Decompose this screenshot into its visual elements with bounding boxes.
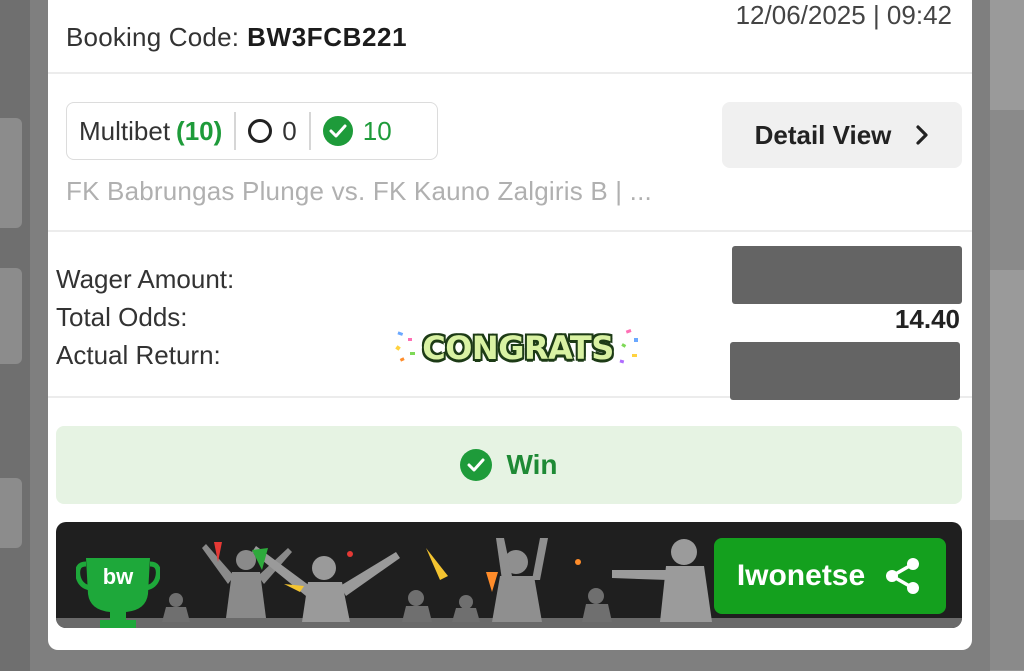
bet-summary: Wager Amount: Total Odds: Actual Return:… xyxy=(48,232,972,400)
background-block xyxy=(990,110,1024,270)
confetti-icon xyxy=(619,329,638,364)
share-button[interactable]: Iwonetse xyxy=(714,538,946,614)
background-tab xyxy=(0,478,22,548)
check-circle-icon xyxy=(322,116,353,146)
total-odds-label: Total Odds: xyxy=(56,302,188,332)
bet-slip-card: Booking Code: BW3FCB221 12/06/2025 | 09:4… xyxy=(48,0,972,650)
congrats-sticker: CONGRATS xyxy=(388,318,648,378)
share-button-label: Iwonetse xyxy=(736,559,866,592)
circle-outline-icon xyxy=(248,119,273,143)
selection-row: Multibet (10) 0 10 Detail View FK Babrun… xyxy=(48,74,972,232)
detail-view-button[interactable]: Detail View xyxy=(722,102,962,168)
background-block xyxy=(990,520,1024,670)
actual-return-redacted xyxy=(730,342,960,400)
bet-count: (10) xyxy=(176,115,223,146)
trophy-logo-icon: bw xyxy=(75,548,161,628)
win-status-bar: Win xyxy=(56,426,962,504)
wager-amount-redacted xyxy=(732,246,962,304)
booking-code-row: Booking Code: BW3FCB221 xyxy=(66,22,407,53)
total-odds-value: 14.40 xyxy=(894,304,960,334)
background-tab xyxy=(0,268,22,364)
actual-return-label: Actual Return: xyxy=(56,340,221,370)
share-banner: bw Iwonetse xyxy=(56,522,962,628)
lost-legs: 0 xyxy=(236,113,308,149)
brand-logo-text: bw xyxy=(102,564,134,589)
detail-view-label: Detail View xyxy=(754,119,892,150)
background-left-edge xyxy=(0,0,30,671)
won-count: 10 xyxy=(362,115,392,146)
congrats-text: CONGRATS xyxy=(422,329,614,367)
check-circle-icon xyxy=(460,449,493,481)
wager-amount-label: Wager Amount: xyxy=(56,264,235,294)
multibet-type: Multibet (10) xyxy=(67,113,234,149)
won-legs: 10 xyxy=(311,113,404,149)
chevron-right-icon xyxy=(915,124,929,146)
confetti-icon xyxy=(395,331,416,362)
booking-code-value[interactable]: BW3FCB221 xyxy=(247,22,407,52)
match-summary: FK Babrungas Plunge vs. FK Kauno Zalgiri… xyxy=(66,176,652,206)
bet-slip-header: Booking Code: BW3FCB221 12/06/2025 | 09:4… xyxy=(48,0,972,74)
win-status-label: Win xyxy=(506,449,558,480)
multibet-summary: Multibet (10) 0 10 xyxy=(66,102,438,160)
lost-count: 0 xyxy=(282,115,297,146)
background-right-edge xyxy=(990,0,1024,671)
bet-datetime: 12/06/2025 | 09:42 xyxy=(735,0,952,30)
background-tab xyxy=(0,118,22,228)
bet-type-label: Multibet xyxy=(79,115,171,146)
booking-code-label: Booking Code: xyxy=(66,22,240,52)
share-icon xyxy=(883,556,923,596)
